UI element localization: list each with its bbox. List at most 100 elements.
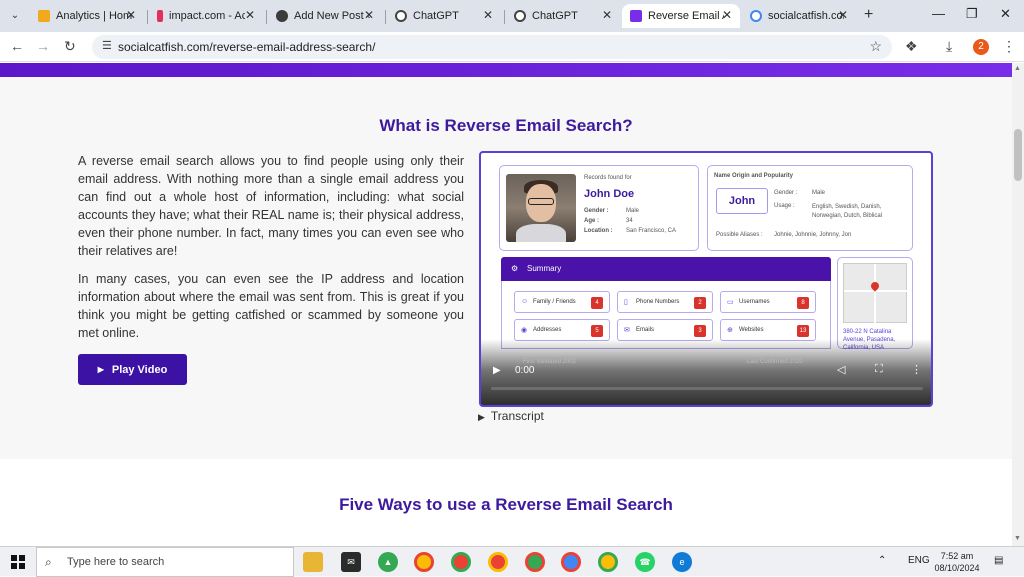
gender-label: Gender : <box>584 208 609 214</box>
close-icon[interactable]: ✕ <box>722 8 732 22</box>
bookmark-star-icon[interactable]: ☆ <box>869 38 882 55</box>
video-play-icon[interactable]: ▶ <box>493 365 501 376</box>
fullscreen-icon[interactable]: ⛶ <box>875 363 883 376</box>
minimize-icon[interactable]: — <box>932 6 945 21</box>
volume-icon[interactable]: ◁ <box>837 363 845 376</box>
video-controls-overlay <box>481 339 931 405</box>
tab-google-search[interactable]: socialcatfish.com ✕ <box>742 4 856 28</box>
summary-title: Summary <box>527 264 562 273</box>
record-name: John Doe <box>584 188 635 200</box>
summary-item-count: 3 <box>694 325 706 337</box>
edge-icon[interactable]: e <box>672 552 692 572</box>
scrollbar-thumb[interactable] <box>1014 129 1022 181</box>
download-icon[interactable]: ⤓ <box>946 38 952 55</box>
profile-photo <box>506 174 576 242</box>
tab-strip: ⌄ Analytics | Home ✕ impact.com - Ac ✕ A… <box>0 0 1024 32</box>
tab-search-icon[interactable]: ⌄ <box>6 7 24 25</box>
tab-impact[interactable]: impact.com - Ac ✕ <box>149 4 263 28</box>
video-player[interactable]: Records found for John Doe Gender : Male… <box>479 151 933 407</box>
browser-toolbar: ← → ↻ ☰ socialcatfish.com/reverse-email-… <box>0 32 1024 62</box>
chrome-profile-icon[interactable] <box>598 552 618 572</box>
summary-item-websites: ⊕ Websites 13 <box>720 319 816 341</box>
tab-label: Add New Post ‹ <box>294 10 370 22</box>
file-explorer-icon[interactable] <box>303 552 323 572</box>
socialcatfish-icon <box>630 10 642 22</box>
summary-item-count: 2 <box>694 297 706 309</box>
extension-badge[interactable]: 2 <box>973 39 989 55</box>
close-icon[interactable]: ✕ <box>483 8 493 22</box>
tab-label: Analytics | Home <box>56 10 132 22</box>
close-window-icon[interactable]: ✕ <box>1000 6 1011 22</box>
tray-chevron-icon[interactable]: ⌃ <box>878 555 886 566</box>
records-label: Records found for <box>584 175 632 181</box>
chrome-icon[interactable] <box>414 552 434 572</box>
summary-header: ⚙ Summary <box>501 257 831 281</box>
summary-item-label: Emails <box>636 327 655 333</box>
extensions-icon[interactable]: ❖ <box>905 38 918 55</box>
address-bar[interactable]: ☰ socialcatfish.com/reverse-email-addres… <box>92 35 892 59</box>
video-progress-bar[interactable] <box>491 387 923 390</box>
wordpress-icon <box>276 10 288 22</box>
close-icon[interactable]: ✕ <box>364 8 374 22</box>
summary-item-phone: ▯ Phone Numbers 2 <box>617 291 713 313</box>
impact-icon <box>157 10 163 22</box>
tab-label: ChatGPT <box>413 10 459 22</box>
google-drive-icon[interactable]: ▲ <box>378 552 398 572</box>
close-icon[interactable]: ✕ <box>245 8 255 22</box>
summary-item-addresses: ◉ Addresses 5 <box>514 319 610 341</box>
tab-add-new-post[interactable]: Add New Post ‹ ✕ <box>268 4 382 28</box>
notification-icon[interactable]: ▤ <box>994 555 1003 566</box>
chatgpt-icon <box>514 10 526 22</box>
summary-item-emails: ✉ Emails 3 <box>617 319 713 341</box>
chrome-profile-icon[interactable] <box>561 552 581 572</box>
page-scrollbar[interactable]: ▲ ▼ <box>1012 63 1024 546</box>
close-icon[interactable]: ✕ <box>602 8 612 22</box>
summary-item-label: Usernames <box>739 299 770 305</box>
windows-taskbar: ⌕ Type here to search ✉ ▲ ☎ e ⌃ ENG 7:52… <box>0 546 1024 577</box>
summary-icon: ⚙ <box>511 264 519 273</box>
search-icon: ⌕ <box>45 555 52 569</box>
close-icon[interactable]: ✕ <box>838 8 848 22</box>
restore-icon[interactable]: ❐ <box>966 6 978 22</box>
play-video-button[interactable]: ▶ Play Video <box>78 354 187 385</box>
summary-item-family: ☺ Family / Friends 4 <box>514 291 610 313</box>
forward-icon[interactable]: → <box>36 38 50 54</box>
chrome-profile-icon[interactable] <box>488 552 508 572</box>
analytics-icon <box>38 10 50 22</box>
section-heading: Five Ways to use a Reverse Email Search <box>339 495 673 514</box>
chrome-profile-icon[interactable] <box>451 552 471 572</box>
tab-chatgpt-2[interactable]: ChatGPT ✕ <box>506 4 620 28</box>
scroll-up-icon[interactable]: ▲ <box>1014 65 1021 72</box>
record-card: Records found for John Doe Gender : Male… <box>499 165 699 251</box>
reload-icon[interactable]: ↻ <box>64 38 76 55</box>
close-icon[interactable]: ✕ <box>126 8 136 22</box>
age-label: Age : <box>584 218 599 224</box>
origin-name: John <box>716 188 768 214</box>
start-button[interactable] <box>11 555 25 569</box>
clock-date: 08/10/2024 <box>934 563 980 573</box>
tab-analytics[interactable]: Analytics | Home ✕ <box>30 4 144 28</box>
site-info-icon[interactable]: ☰ <box>102 39 112 52</box>
header-bar <box>0 63 1012 77</box>
globe-icon: ⊕ <box>727 327 733 334</box>
age-value: 34 <box>626 218 633 224</box>
language-indicator[interactable]: ENG <box>908 555 930 566</box>
scroll-down-icon[interactable]: ▼ <box>1014 535 1021 542</box>
summary-item-label: Phone Numbers <box>636 299 680 305</box>
taskbar-search-placeholder[interactable]: Type here to search <box>67 556 164 568</box>
last-confirmed-text: Last Confirmed 2020 <box>747 359 803 365</box>
tab-reverse-email[interactable]: Reverse Email A ✕ <box>622 4 740 28</box>
origin-gender-label: Gender : <box>774 190 798 196</box>
mail-app-icon[interactable]: ✉ <box>341 552 361 572</box>
chrome-profile-icon[interactable] <box>525 552 545 572</box>
transcript-toggle[interactable]: ▶ Transcript <box>478 409 544 423</box>
url-text[interactable]: socialcatfish.com/reverse-email-address-… <box>118 40 375 54</box>
clock[interactable]: 7:52 am 08/10/2024 <box>934 550 980 574</box>
whatsapp-icon[interactable]: ☎ <box>635 552 655 572</box>
video-more-icon[interactable]: ⋮ <box>911 363 922 376</box>
back-icon[interactable]: ← <box>10 38 24 54</box>
new-tab-button[interactable]: + <box>864 6 873 24</box>
menu-icon[interactable]: ⋮ <box>1002 38 1016 55</box>
tab-chatgpt-1[interactable]: ChatGPT ✕ <box>387 4 501 28</box>
taskbar-search[interactable]: ⌕ Type here to search <box>36 547 294 577</box>
